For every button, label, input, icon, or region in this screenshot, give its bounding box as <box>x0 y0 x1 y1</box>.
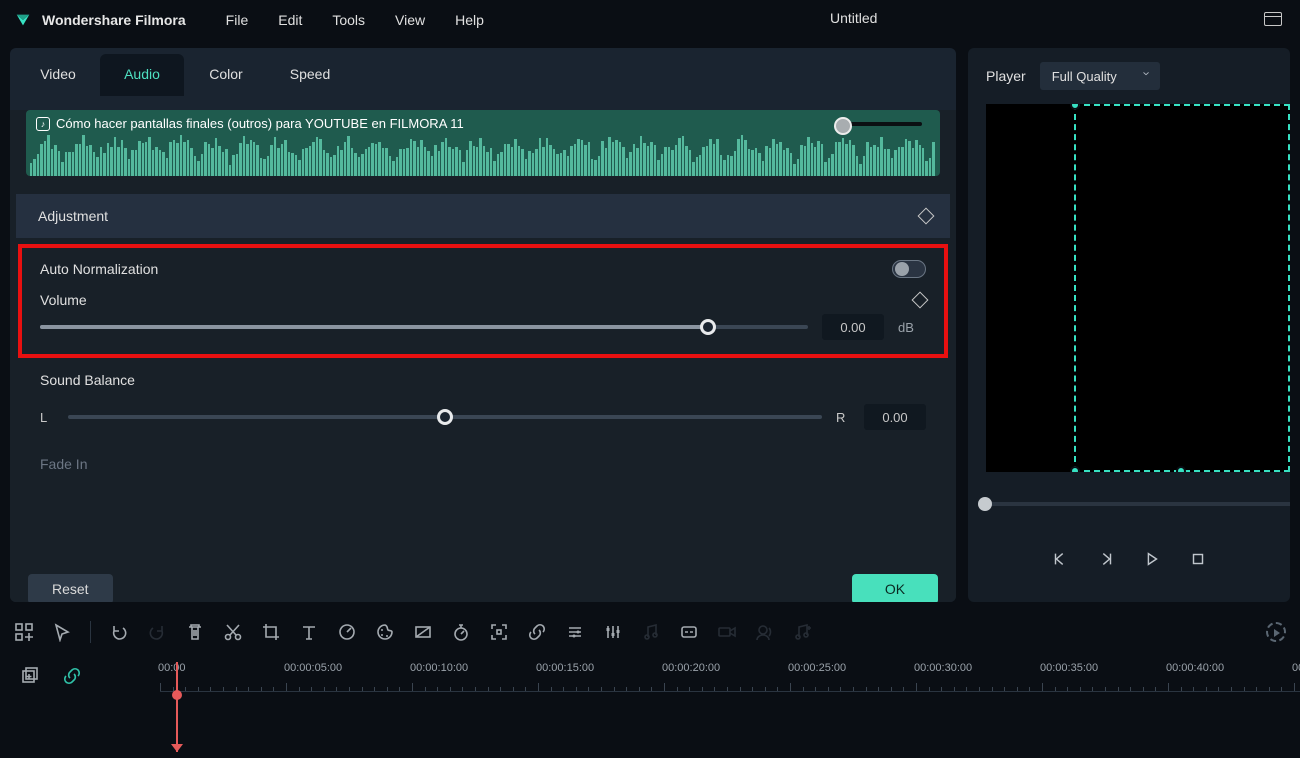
fit-icon[interactable] <box>489 622 509 642</box>
equalizer-icon[interactable] <box>603 622 623 642</box>
color-icon[interactable] <box>375 622 395 642</box>
tab-speed[interactable]: Speed <box>268 54 352 96</box>
adjust-icon[interactable] <box>565 622 585 642</box>
camera-icon[interactable] <box>717 622 737 642</box>
highlighted-volume-region: Auto Normalization Volume 0.00 dB <box>18 244 948 358</box>
section-adjustment[interactable]: Adjustment <box>16 194 950 238</box>
text-icon[interactable] <box>299 622 319 642</box>
transition-icon[interactable] <box>413 622 433 642</box>
cut-icon[interactable] <box>223 622 243 642</box>
player-label: Player <box>986 68 1026 84</box>
player-controls <box>968 550 1290 568</box>
track-add-icon[interactable] <box>20 666 40 686</box>
timeline-toolbar <box>0 608 1300 656</box>
music-icon[interactable] <box>641 622 661 642</box>
document-title: Untitled <box>830 10 877 26</box>
volume-unit: dB <box>898 320 926 335</box>
player-scrubber[interactable] <box>982 502 1290 506</box>
redo-icon[interactable] <box>147 622 167 642</box>
properties-panel: Video Audio Color Speed ♪ Cómo hacer pan… <box>10 48 956 602</box>
selection-handle[interactable] <box>1070 104 1080 110</box>
volume-value[interactable]: 0.00 <box>822 314 884 340</box>
voiceover-icon[interactable] <box>755 622 775 642</box>
track-link-icon[interactable] <box>62 666 82 686</box>
selection-handle[interactable] <box>1070 466 1080 472</box>
balance-right-label: R <box>836 410 850 425</box>
menu-file[interactable]: File <box>226 12 249 28</box>
balance-value[interactable]: 0.00 <box>864 404 926 430</box>
sound-balance-slider[interactable] <box>68 415 822 419</box>
waveform <box>26 132 940 176</box>
tab-video[interactable]: Video <box>16 54 100 96</box>
menu-items: File Edit Tools View Help <box>226 12 484 28</box>
delete-icon[interactable] <box>185 622 205 642</box>
quality-dropdown[interactable]: Full Quality <box>1040 62 1160 90</box>
ok-button[interactable]: OK <box>852 574 938 602</box>
layout-toggle-icon[interactable] <box>1264 12 1282 26</box>
render-preview-icon[interactable] <box>1266 622 1286 642</box>
clip-title: Cómo hacer pantallas finales (outros) pa… <box>56 116 464 131</box>
undo-icon[interactable] <box>109 622 129 642</box>
timeline[interactable]: 00:0000:00:05:0000:00:10:0000:00:15:0000… <box>0 656 1300 752</box>
menubar: Wondershare Filmora File Edit Tools View… <box>0 0 1300 40</box>
auto-normalization-label: Auto Normalization <box>40 261 158 277</box>
stopwatch-icon[interactable] <box>451 622 471 642</box>
volume-keyframe-icon[interactable] <box>912 292 929 309</box>
volume-slider[interactable] <box>40 325 808 329</box>
selection-handle[interactable] <box>1176 466 1186 472</box>
play-icon[interactable] <box>1143 550 1161 568</box>
audio-clip[interactable]: ♪ Cómo hacer pantallas finales (outros) … <box>26 110 940 176</box>
pointer-icon[interactable] <box>52 622 72 642</box>
player-panel: Player Full Quality <box>968 48 1290 602</box>
crop-icon[interactable] <box>261 622 281 642</box>
fade-in-label: Fade In <box>10 430 956 472</box>
sound-balance-label: Sound Balance <box>40 372 926 388</box>
add-track-icon[interactable] <box>14 622 34 642</box>
menu-view[interactable]: View <box>395 12 425 28</box>
volume-label: Volume <box>40 292 87 308</box>
panel-tabs: Video Audio Color Speed <box>10 48 956 96</box>
beat-icon[interactable] <box>793 622 813 642</box>
selection-box[interactable] <box>1074 104 1290 472</box>
quality-value: Full Quality <box>1052 69 1117 84</box>
tab-audio[interactable]: Audio <box>100 54 184 96</box>
keyframe-diamond-icon[interactable] <box>918 208 935 225</box>
speed-icon[interactable] <box>337 622 357 642</box>
clip-zoom-slider[interactable] <box>842 122 922 126</box>
step-fwd-icon[interactable] <box>1097 550 1115 568</box>
app-logo-icon <box>14 11 32 29</box>
app-title: Wondershare Filmora <box>42 12 186 28</box>
menu-tools[interactable]: Tools <box>332 12 365 28</box>
reset-button[interactable]: Reset <box>28 574 113 602</box>
music-note-icon: ♪ <box>36 117 50 131</box>
menu-help[interactable]: Help <box>455 12 484 28</box>
auto-normalization-toggle[interactable] <box>892 260 926 278</box>
tab-color[interactable]: Color <box>184 54 268 96</box>
section-adjustment-label: Adjustment <box>38 208 108 224</box>
playhead[interactable] <box>176 662 178 752</box>
subtitle-icon[interactable] <box>679 622 699 642</box>
time-ruler[interactable]: 00:0000:00:05:0000:00:10:0000:00:15:0000… <box>160 662 1300 692</box>
stop-icon[interactable] <box>1189 550 1207 568</box>
step-back-icon[interactable] <box>1051 550 1069 568</box>
menu-edit[interactable]: Edit <box>278 12 302 28</box>
preview-canvas[interactable] <box>986 104 1290 472</box>
link-icon[interactable] <box>527 622 547 642</box>
balance-left-label: L <box>40 410 54 425</box>
